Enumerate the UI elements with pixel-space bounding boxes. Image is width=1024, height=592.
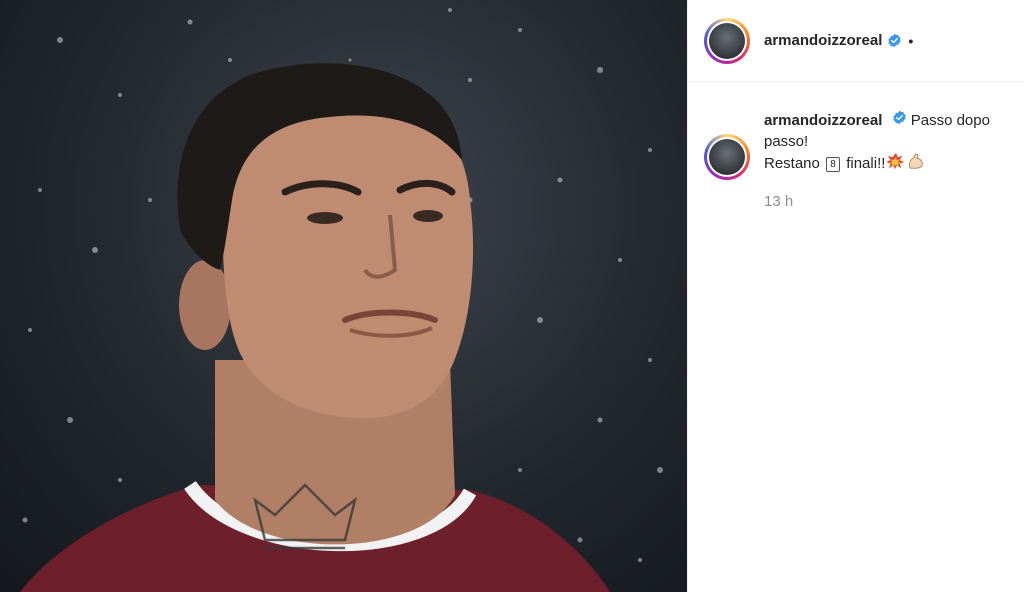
collision-icon (886, 152, 905, 176)
verified-badge-icon (887, 33, 902, 48)
caption-author-avatar[interactable] (704, 134, 750, 180)
instagram-post-modal: armandoizzoreal • armandoizzoreal Passo … (0, 0, 1024, 592)
verified-badge-icon (892, 110, 907, 125)
header-separator: • (908, 32, 914, 49)
post-header: armandoizzoreal • (688, 0, 1024, 82)
avatar-image (709, 139, 745, 175)
post-side-panel: armandoizzoreal • armandoizzoreal Passo … (687, 0, 1024, 592)
caption-text-line1: Passo dopo (910, 112, 990, 129)
keycap-digit-icon: 8 (826, 156, 841, 172)
player-portrait-image (20, 8, 663, 592)
post-timestamp[interactable]: 13 h (764, 191, 990, 212)
caption-line3-prefix: Restano (764, 154, 820, 172)
flexed-biceps-icon (907, 152, 925, 176)
caption-text-line3: Restano 8 finali!! (764, 152, 990, 176)
avatar-ring-gap (707, 137, 747, 177)
author-username[interactable]: armandoizzoreal (764, 32, 882, 49)
caption-comment: armandoizzoreal Passo dopo passo! Restan… (688, 82, 1024, 212)
caption-body: armandoizzoreal Passo dopo passo! Restan… (764, 110, 990, 212)
caption-line3-suffix: finali!! (846, 154, 886, 172)
caption-username[interactable]: armandoizzoreal (764, 112, 882, 129)
avatar-image (709, 22, 745, 59)
avatar-ring-gap (707, 20, 747, 61)
caption-first-line: armandoizzoreal Passo dopo (764, 110, 990, 131)
post-photo[interactable] (0, 0, 687, 592)
author-avatar[interactable] (704, 17, 750, 64)
caption-text-line2: passo! (764, 133, 809, 150)
